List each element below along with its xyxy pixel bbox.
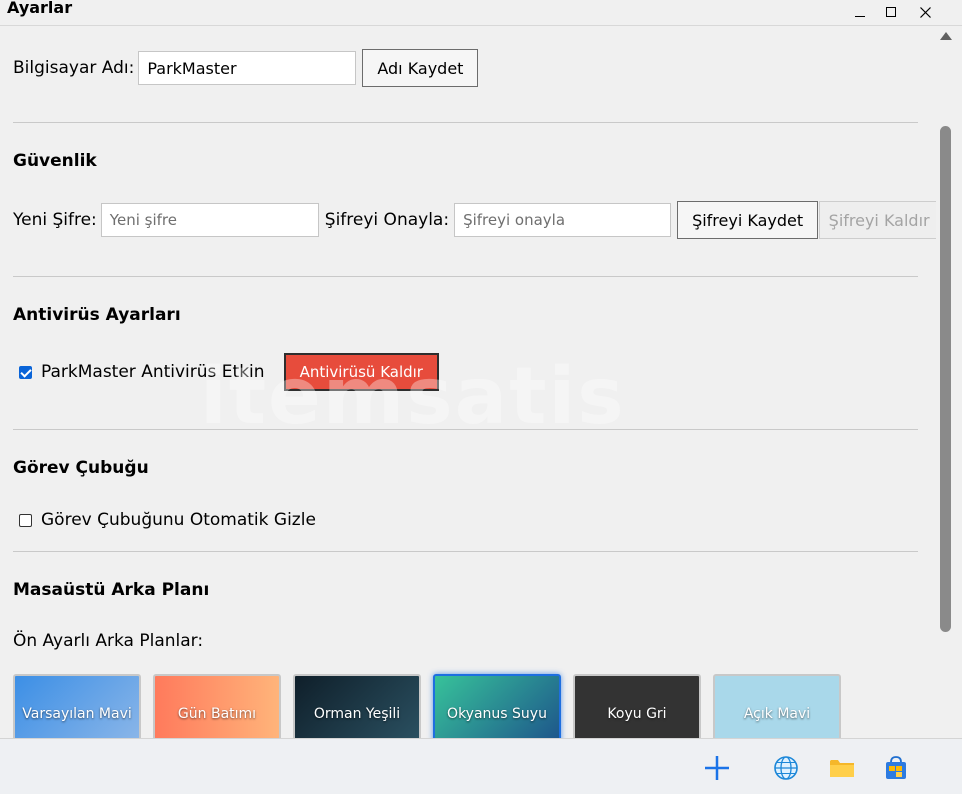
vertical-scrollbar[interactable] [936,26,956,738]
new-password-label: Yeni Şifre: [13,210,97,230]
divider [13,276,918,277]
folder-icon[interactable] [829,755,855,781]
minimize-button[interactable] [849,2,871,22]
autohide-row: Görev Çubuğunu Otomatik Gizle [19,510,316,530]
computer-name-label: Bilgisayar Adı: [13,58,135,78]
window-title: Ayarlar [7,0,73,17]
presets-label: Ön Ayarlı Arka Planlar: [13,631,204,651]
antivirus-row: ParkMaster Antivirüs Etkin Antivirüsü Ka… [19,353,439,391]
new-password-input[interactable]: Yeni şifre [100,203,319,237]
minimize-icon [855,15,865,17]
taskbar [0,738,962,794]
start-icon[interactable] [704,755,730,781]
remove-antivirus-button[interactable]: Antivirüsü Kaldır [283,353,439,391]
preset-orman-yesili[interactable]: Orman Yeşili [293,674,421,738]
preset-gun-batimi[interactable]: Gün Batımı [153,674,281,738]
confirm-password-input[interactable]: Şifreyi onayla [454,203,672,237]
scroll-thumb[interactable] [940,126,951,632]
divider [13,551,918,552]
close-icon [919,6,931,18]
save-name-button[interactable]: Adı Kaydet [362,49,479,87]
security-section-title: Güvenlik [13,151,97,171]
password-row: Yeni Şifre: Yeni şifre Şifreyi Onayla: Ş… [13,201,936,239]
antivirus-section-title: Antivirüs Ayarları [13,305,181,325]
preset-varsayilan-mavi[interactable]: Varsayılan Mavi [13,674,141,738]
antivirus-checkbox[interactable] [19,365,32,379]
preset-acik-mavi[interactable]: Açık Mavi [713,674,841,738]
scroll-up-arrow-icon[interactable] [940,32,952,40]
preset-okyanus-suyu[interactable]: Okyanus Suyu [433,674,561,738]
settings-content: Bilgisayar Adı: ParkMaster Adı Kaydet Gü… [0,26,936,738]
computer-name-input[interactable]: ParkMaster [138,51,357,85]
antivirus-enabled-label: ParkMaster Antivirüs Etkin [41,362,265,382]
divider [13,429,918,430]
taskbar-section-title: Görev Çubuğu [13,458,149,478]
autohide-label: Görev Çubuğunu Otomatik Gizle [41,510,316,530]
presets-label-row: Ön Ayarlı Arka Planlar: [13,631,203,651]
preset-list: Varsayılan Mavi Gün Batımı Orman Yeşili … [13,674,853,738]
computer-name-row: Bilgisayar Adı: ParkMaster Adı Kaydet [13,49,479,87]
store-bag-icon[interactable] [883,755,909,781]
background-section-title: Masaüstü Arka Planı [13,580,210,600]
divider [13,122,918,123]
browser-globe-icon[interactable] [773,755,799,781]
confirm-password-label: Şifreyi Onayla: [324,210,450,230]
remove-password-button[interactable]: Şifreyi Kaldır [819,201,936,239]
maximize-icon [886,7,896,17]
maximize-button[interactable] [880,2,902,22]
preset-koyu-gri[interactable]: Koyu Gri [573,674,701,738]
title-bar: Ayarlar [0,0,962,26]
close-button[interactable] [914,2,936,22]
save-password-button[interactable]: Şifreyi Kaydet [677,201,819,239]
autohide-checkbox[interactable] [19,513,32,527]
